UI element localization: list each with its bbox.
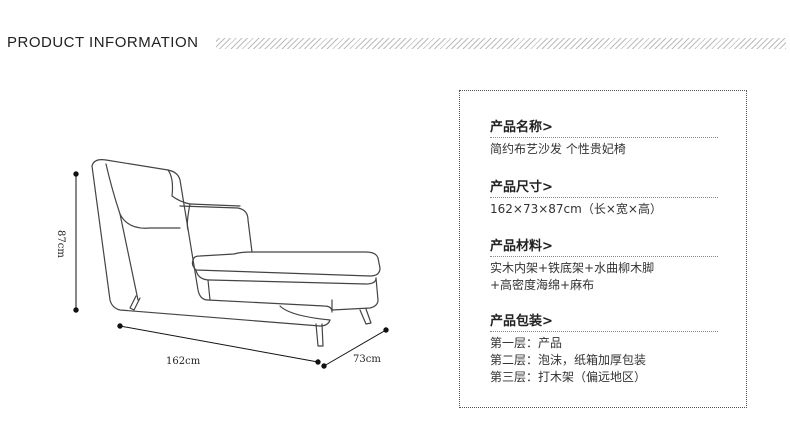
info-section-packaging: 产品包装> 第一层：产品 第二层：泡沫，纸箱加厚包装 第三层：打木架（偏远地区） <box>490 311 718 386</box>
section-body: 实木内架+铁底架+水曲柳木脚 +高密度海绵+麻布 <box>490 257 718 294</box>
chaise-lounge-sketch <box>73 159 389 369</box>
page-header: PRODUCT INFORMATION <box>0 30 790 60</box>
width-dimension-label: 162cm <box>166 356 201 367</box>
chaise-lounge-drawing: 87cm 162cm 73cm <box>40 130 400 390</box>
section-body: 第一层：产品 第二层：泡沫，纸箱加厚包装 第三层：打木架（偏远地区） <box>490 332 718 386</box>
section-line: 第一层：产品 <box>490 336 563 350</box>
section-line: 简约布艺沙发 个性贵妃椅 <box>490 142 626 156</box>
header-title: PRODUCT INFORMATION <box>7 34 199 51</box>
info-section-size: 产品尺寸> 162×73×87cm（长×宽×高） <box>490 177 718 218</box>
info-section-material: 产品材料> 实木内架+铁底架+水曲柳木脚 +高密度海绵+麻布 <box>490 236 718 294</box>
section-title: 产品尺寸> <box>490 177 718 198</box>
section-line: 第三层：打木架（偏远地区） <box>490 370 647 384</box>
section-line: 实木内架+铁底架+水曲柳木脚 <box>490 261 655 275</box>
section-line: 162×73×87cm（长×宽×高） <box>490 202 662 216</box>
section-title: 产品名称> <box>490 117 718 138</box>
section-title: 产品材料> <box>490 236 718 257</box>
header-hatched-rule <box>216 38 786 49</box>
info-section-name: 产品名称> 简约布艺沙发 个性贵妃椅 <box>490 117 718 158</box>
section-body: 简约布艺沙发 个性贵妃椅 <box>490 138 718 158</box>
section-line: +高密度海绵+麻布 <box>490 278 595 292</box>
section-title: 产品包装> <box>490 311 718 332</box>
section-line: 第二层：泡沫，纸箱加厚包装 <box>490 353 647 367</box>
product-info-box: 产品名称> 简约布艺沙发 个性贵妃椅 产品尺寸> 162×73×87cm（长×宽… <box>459 90 747 408</box>
depth-dimension-label: 73cm <box>353 354 381 365</box>
section-body: 162×73×87cm（长×宽×高） <box>490 198 718 218</box>
height-dimension-label: 87cm <box>55 230 66 258</box>
